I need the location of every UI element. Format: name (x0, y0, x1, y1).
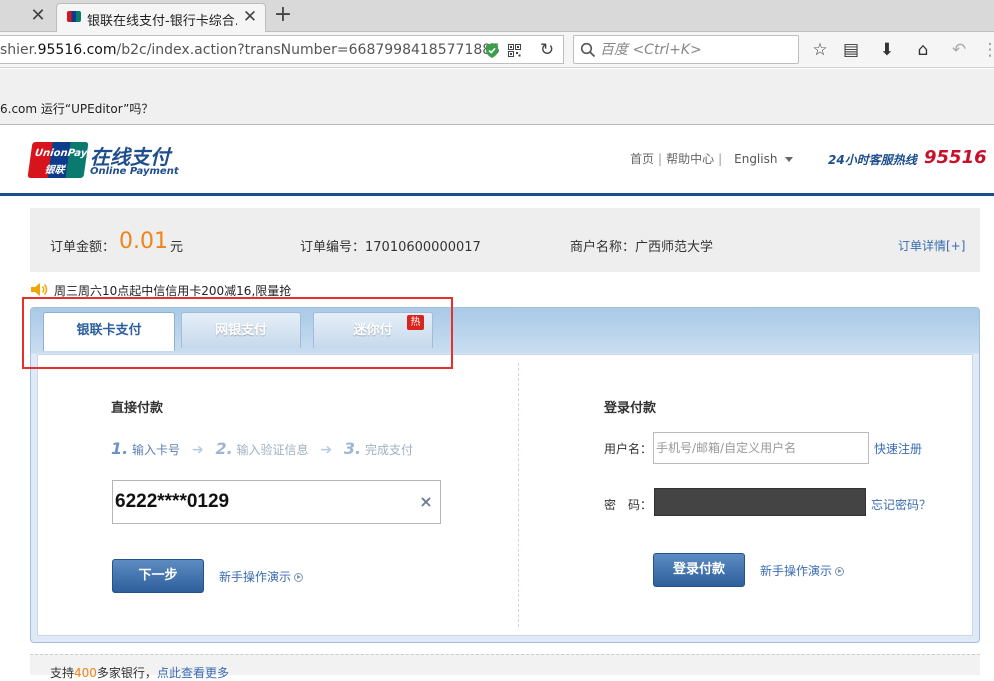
url-prefix: shier. (0, 42, 38, 58)
section-divider (518, 363, 519, 627)
url-path: /b2c/index.action?transNumber=6687998418… (116, 42, 501, 58)
direct-pay-title: 直接付款 (111, 401, 164, 416)
shield-check-icon[interactable] (485, 43, 499, 58)
step-number: 1. (111, 439, 129, 458)
supported-banks-text: 支持400多家银行，点此查看更多 (50, 664, 229, 681)
speaker-icon (31, 283, 48, 296)
nav-home-link[interactable]: 首页 (630, 150, 654, 167)
card-number-field[interactable]: × (112, 480, 441, 524)
banks-suffix: 多家银行， (96, 666, 157, 680)
banks-prefix: 支持 (50, 666, 75, 680)
nav-separator: | (718, 152, 723, 166)
close-tab-icon[interactable]: ✕ (28, 6, 48, 26)
merchant-value: 广西师范大学 (635, 240, 714, 255)
order-info-bar: 订单金额： 0.01 元 订单编号：17010600000017 商户名称：广西… (30, 208, 980, 272)
next-step-button[interactable]: 下一步 (112, 559, 204, 593)
unionpay-favicon-icon (67, 11, 81, 22)
header-nav: 首页 | 帮助中心 | English (630, 150, 794, 168)
reading-list-icon[interactable]: ▤ (839, 38, 863, 62)
view-more-banks-link[interactable]: 点此查看更多 (157, 666, 229, 680)
url-text[interactable]: shier.95516.com/b2c/index.action?transNu… (0, 42, 500, 58)
plugin-notice-text: 6.com 运行“UPEditor”吗？ (0, 102, 154, 116)
merchant-name: 商户名称：广西师范大学 (570, 236, 713, 255)
banks-count: 400 (74, 666, 97, 680)
password-label: 密 码： (604, 498, 653, 512)
step-label: 输入卡号 (132, 443, 181, 457)
order-currency: 元 (170, 240, 184, 255)
step-label: 输入验证信息 (236, 443, 309, 457)
back-arrow-icon[interactable]: ↶ (947, 38, 971, 62)
demo-link[interactable]: 新手操作演示 (219, 568, 304, 585)
tab-title: 银联在线支付-银行卡综合... (87, 14, 237, 29)
demo-link[interactable]: 新手操作演示 (760, 562, 845, 579)
order-detail-link[interactable]: 订单详情[+] (898, 237, 965, 254)
login-pay-title: 登录付款 (604, 401, 657, 416)
hotline-number: 95516 (924, 147, 987, 168)
download-icon[interactable]: ⬇ (875, 38, 899, 62)
username-label: 用户名： (604, 442, 653, 456)
supported-banks-bar: 支持400多家银行，点此查看更多 (30, 654, 980, 680)
play-icon (835, 567, 845, 576)
username-input[interactable] (653, 432, 869, 464)
step-label: 完成支付 (364, 443, 413, 457)
language-select[interactable]: English (734, 152, 777, 166)
hotline-label: 24小时客服热线 (828, 153, 917, 167)
header-divider (0, 193, 994, 196)
search-icon (580, 42, 596, 58)
order-number-label: 订单编号： (300, 240, 366, 255)
plugin-notice-bar: 6.com 运行“UPEditor”吗？ (0, 69, 994, 125)
browser-tab-bar: ✕ 银联在线支付-银行卡综合... ✕ + (0, 0, 994, 32)
bookmark-star-icon[interactable]: ☆ (808, 38, 832, 62)
step-arrow-icon: ➔ (320, 442, 333, 458)
nav-help-link[interactable]: 帮助中心 (666, 150, 714, 167)
step-arrow-icon: ➔ (191, 442, 204, 458)
logo-title-en: Online Payment (90, 166, 179, 177)
close-tab-icon[interactable]: ✕ (241, 7, 259, 27)
order-amount-value: 0.01 (119, 229, 168, 254)
qr-code-icon[interactable] (508, 44, 521, 57)
order-amount-label: 订单金额： (50, 240, 116, 255)
order-number: 订单编号：17010600000017 (300, 236, 481, 255)
chevron-down-icon[interactable] (785, 157, 794, 162)
order-number-value: 17010600000017 (365, 240, 481, 255)
password-input[interactable] (654, 488, 866, 516)
search-bar[interactable] (573, 35, 799, 64)
payment-steps: 1. 输入卡号 ➔ 2. 输入验证信息 ➔ 3. 完成支付 (111, 439, 413, 458)
payment-form-area: 直接付款 1. 输入卡号 ➔ 2. 输入验证信息 ➔ 3. 完成支付 × 下一步… (37, 354, 973, 636)
unionpay-logo[interactable]: UnionPay 银联 在线支付 Online Payment (27, 141, 180, 181)
login-pay-button[interactable]: 登录付款 (653, 553, 745, 587)
step-number: 2. (215, 439, 233, 458)
step-number: 3. (343, 439, 362, 458)
logo-badge-top: UnionPay (34, 148, 88, 159)
url-domain: 95516.com (37, 42, 117, 58)
card-number-input[interactable] (115, 487, 405, 517)
demo-link-label: 新手操作演示 (219, 570, 292, 584)
nav-separator: | (658, 152, 663, 166)
merchant-label: 商户名称： (570, 240, 636, 255)
search-input[interactable] (600, 39, 790, 61)
new-tab-button[interactable]: + (272, 4, 294, 26)
unionpay-badge-icon: UnionPay 银联 (27, 142, 89, 178)
home-icon[interactable]: ⌂ (911, 38, 935, 62)
logo-badge-bottom: 银联 (43, 165, 66, 176)
forgot-password-link[interactable]: 忘记密码？ (871, 496, 931, 513)
register-link[interactable]: 快速注册 (874, 440, 922, 457)
play-icon (294, 573, 304, 582)
tab-highlight-annotation (22, 297, 453, 369)
browser-tab-active[interactable]: 银联在线支付-银行卡综合... ✕ (56, 3, 266, 32)
address-bar[interactable]: shier.95516.com/b2c/index.action?transNu… (0, 35, 564, 64)
clear-icon[interactable]: × (417, 491, 435, 513)
demo-link-label: 新手操作演示 (760, 564, 833, 578)
reload-icon[interactable]: ↻ (537, 40, 557, 60)
overflow-menu-icon[interactable]: ⋮ (978, 38, 994, 62)
browser-toolbar: shier.95516.com/b2c/index.action?transNu… (0, 32, 994, 68)
